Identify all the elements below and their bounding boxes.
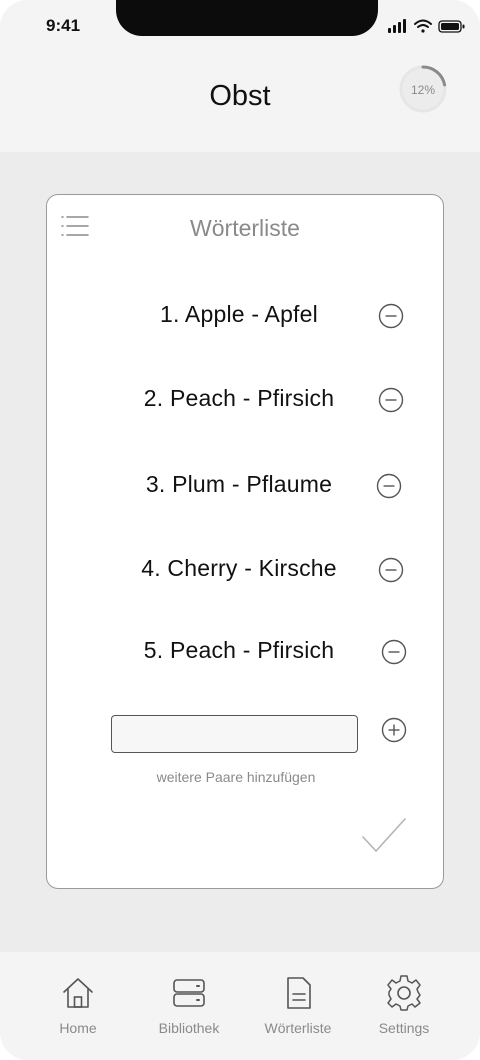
nav-item-settings[interactable]: Settings	[356, 974, 452, 1046]
list-item: 5. Peach - Pfirsich	[47, 631, 443, 671]
nav-item-bibliothek[interactable]: Bibliothek	[141, 974, 237, 1046]
list-item: 2. Peach - Pfirsich	[47, 379, 443, 419]
server-icon	[173, 979, 205, 1007]
home-icon	[63, 978, 93, 1008]
add-button[interactable]	[381, 717, 407, 743]
status-icons	[388, 19, 465, 33]
progress-percent: 12%	[410, 83, 436, 97]
nav-label: Wörterliste	[264, 1020, 332, 1036]
nav-label: Settings	[378, 1020, 430, 1036]
signal-icon	[388, 19, 406, 33]
word-pair-text: 5. Peach - Pfirsich	[143, 637, 335, 663]
confirm-check-icon[interactable]	[361, 815, 407, 855]
word-list-card: Wörterliste 1. Apple - Apfel 2. Peach - …	[46, 194, 444, 889]
remove-button[interactable]	[378, 303, 404, 329]
gear-icon	[387, 975, 421, 1011]
status-time: 9:41	[46, 16, 81, 35]
bottom-nav: Home Bibliothek Wörterliste Settings	[0, 952, 480, 1060]
word-pair-text: 1. Apple - Apfel	[160, 301, 318, 327]
word-pair-text: 3. Plum - Pflaume	[145, 471, 333, 497]
remove-button[interactable]	[376, 473, 402, 499]
list-item: 1. Apple - Apfel	[47, 295, 443, 335]
word-pair-text: 4. Cherry - Kirsche	[141, 555, 337, 581]
list-item: 4. Cherry - Kirsche	[47, 549, 443, 589]
nav-item-woerterliste[interactable]: Wörterliste	[250, 974, 346, 1046]
remove-button[interactable]	[378, 387, 404, 413]
header: 9:41 Obst 12%	[0, 0, 480, 152]
nav-label: Bibliothek	[158, 1020, 220, 1036]
word-pair-text: 2. Peach - Pfirsich	[143, 385, 335, 411]
phone-screen: 9:41 Obst 12% Wörterliste 1. Apple - Apf…	[0, 0, 480, 1060]
notch	[116, 0, 378, 36]
progress-indicator: 12%	[396, 62, 450, 116]
remove-button[interactable]	[378, 557, 404, 583]
remove-button[interactable]	[381, 639, 407, 665]
list-item: 3. Plum - Pflaume	[47, 465, 443, 505]
battery-icon	[438, 20, 465, 33]
add-pairs-hint: weitere Paare hinzufügen	[156, 769, 316, 785]
wifi-icon	[414, 19, 432, 33]
new-pair-input[interactable]	[111, 715, 358, 753]
card-title: Wörterliste	[190, 215, 300, 241]
nav-label: Home	[59, 1020, 97, 1036]
document-icon	[287, 977, 311, 1009]
nav-item-home[interactable]: Home	[30, 974, 126, 1046]
